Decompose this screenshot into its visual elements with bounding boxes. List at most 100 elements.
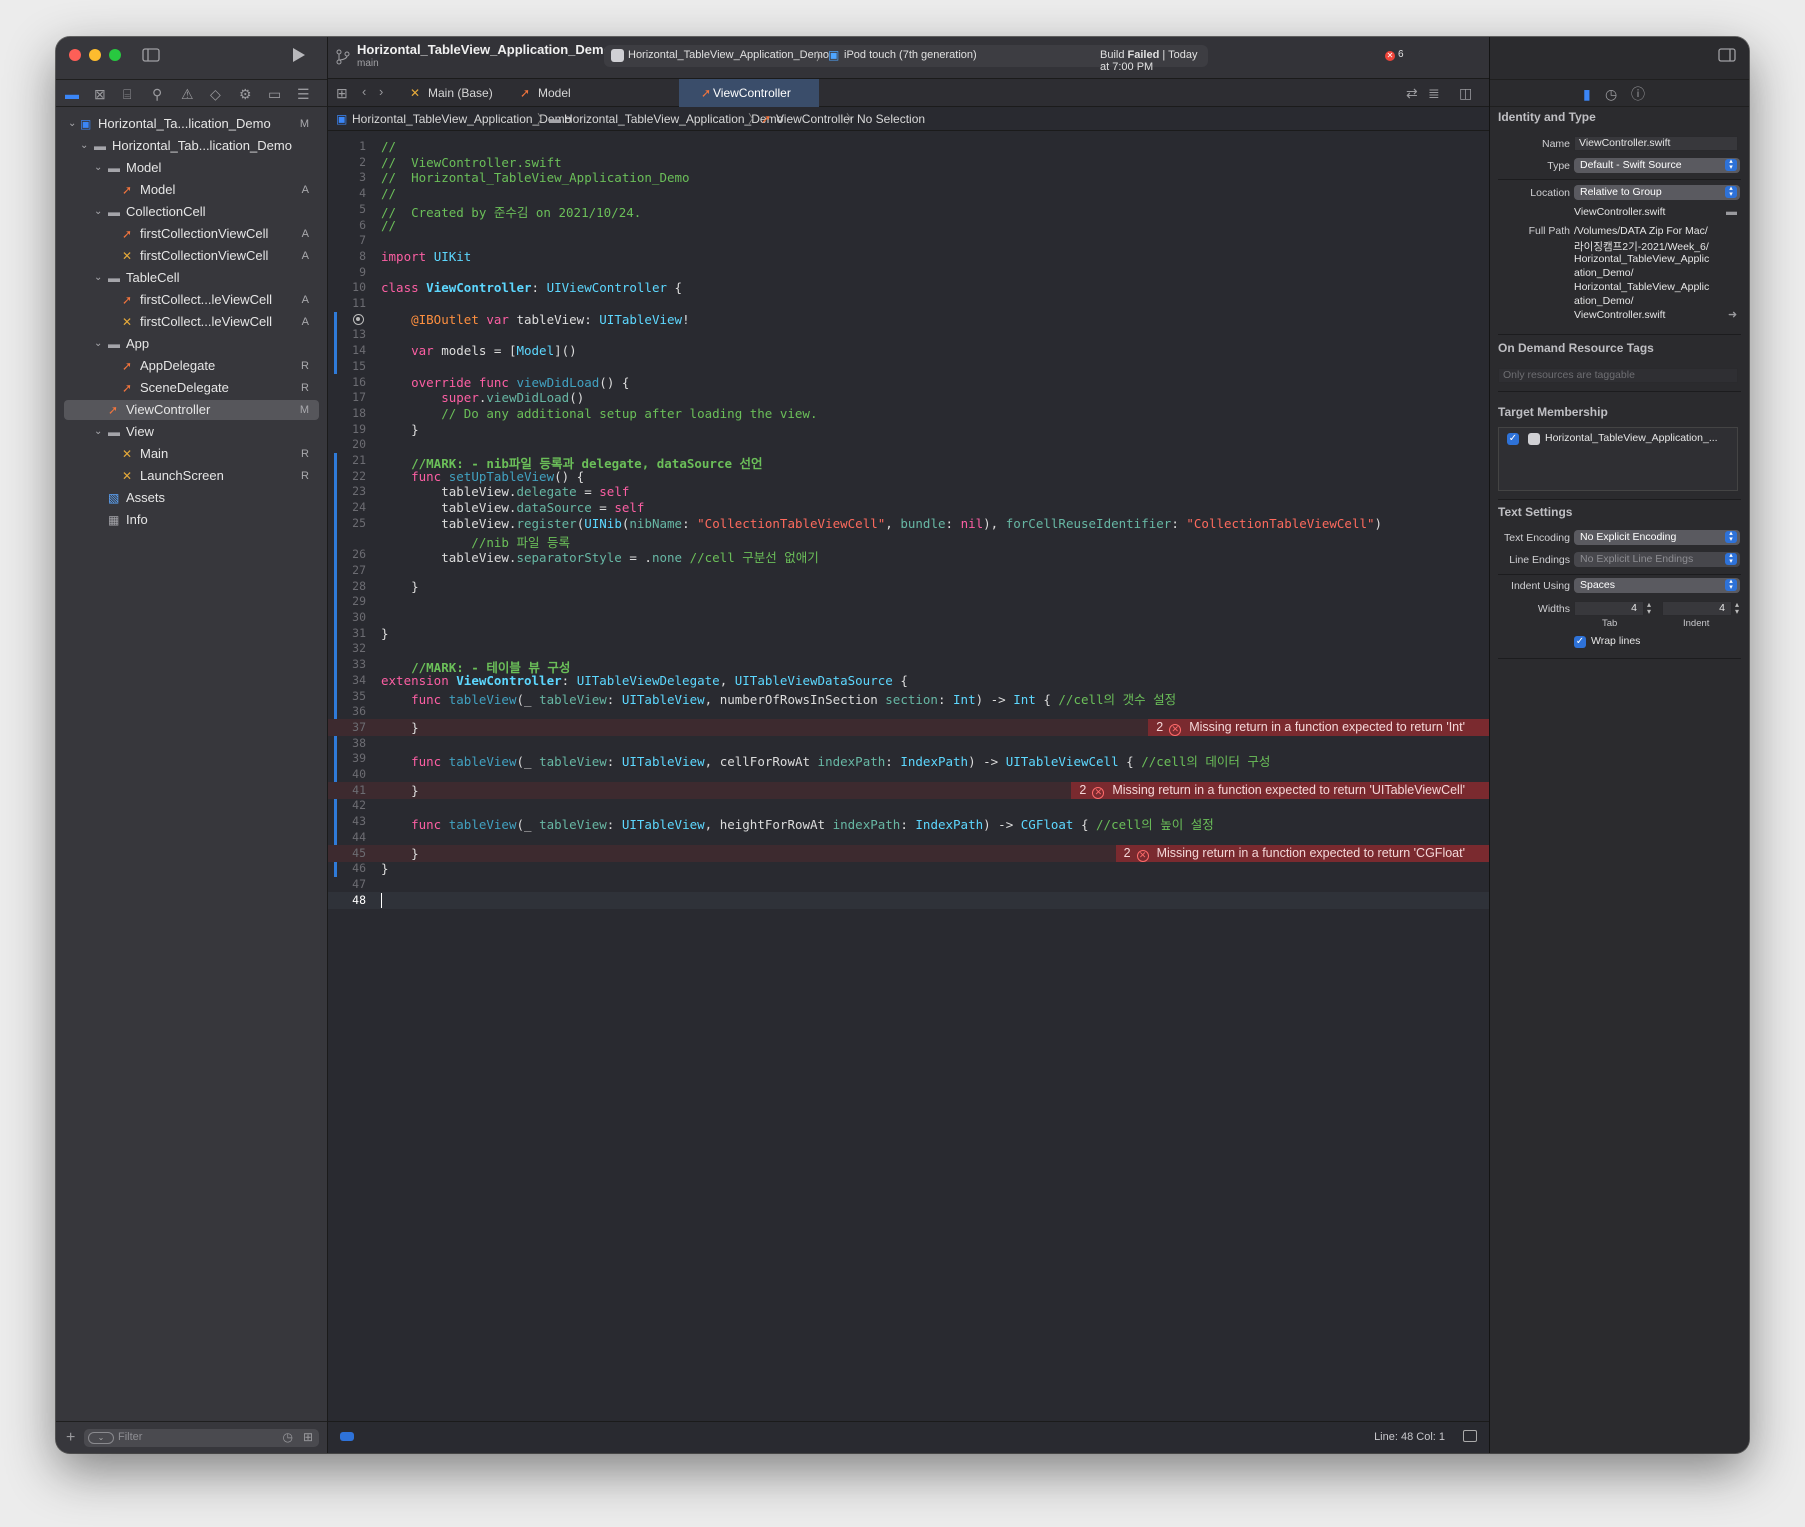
nav-item-file[interactable]: ➚ AppDelegate R bbox=[64, 356, 319, 376]
search-icon[interactable]: ⚲ bbox=[152, 86, 162, 102]
build-status[interactable]: Build Failed | Today at 7:00 PM bbox=[1100, 49, 1208, 73]
xib-file-icon: ✕ bbox=[122, 315, 133, 329]
breakpoint-icon[interactable]: ▭ bbox=[268, 86, 281, 102]
symbol-icon[interactable]: ⌸ bbox=[123, 86, 131, 102]
error-count[interactable]: 6 bbox=[1398, 49, 1404, 60]
error-icon: ✕ bbox=[1136, 849, 1149, 862]
line-number: 28 bbox=[352, 578, 366, 593]
error-message-badge[interactable]: 2 ✕ Missing return in a function expected … bbox=[1115, 844, 1489, 862]
nav-item-file[interactable]: ✕ LaunchScreen R bbox=[64, 466, 319, 486]
forward-icon[interactable]: › bbox=[379, 84, 383, 100]
type-popup[interactable]: Default - Swift Source ▴ ▾ bbox=[1574, 158, 1740, 173]
chevron-down-icon[interactable]: ⌄ bbox=[94, 334, 102, 354]
scheme-selector[interactable]: Horizontal_TableView_Application_Demo bbox=[628, 49, 829, 61]
folder-icon[interactable]: ▬ bbox=[65, 86, 79, 102]
sidebar-toggle-icon[interactable] bbox=[142, 48, 160, 65]
scm-filter-icon[interactable]: ⊞ bbox=[303, 1430, 313, 1444]
tab-main-base[interactable]: ✕ Main (Base) bbox=[394, 79, 504, 107]
build-status-result: Failed bbox=[1127, 49, 1160, 61]
chevron-down-icon[interactable]: ⌄ bbox=[94, 158, 102, 178]
nav-item-assets[interactable]: ▧ Assets bbox=[64, 488, 319, 508]
name-field[interactable]: ViewController.swift bbox=[1574, 136, 1738, 151]
nav-item-info[interactable]: ▦ Info bbox=[64, 510, 319, 530]
chevron-down-icon[interactable]: ⌄ bbox=[68, 114, 76, 134]
split-editor-icon[interactable]: ◫ bbox=[1459, 85, 1472, 101]
line-number: 40 bbox=[352, 767, 366, 781]
inspector-toggle-icon[interactable] bbox=[1718, 48, 1736, 65]
editor-options-icon[interactable]: ≣ bbox=[1428, 85, 1440, 101]
nav-item-file-selected[interactable]: ➚ ViewController M bbox=[64, 400, 319, 420]
error-icon[interactable]: ✕ bbox=[1385, 51, 1395, 61]
back-icon[interactable]: ‹ bbox=[362, 84, 366, 100]
source-control-icon[interactable]: ⊠ bbox=[94, 86, 106, 102]
wrap-lines-checkbox[interactable]: ✓ bbox=[1574, 636, 1586, 648]
chevron-down-icon[interactable]: ⌄ bbox=[94, 268, 102, 288]
swift-file-icon: ➚ bbox=[122, 381, 133, 395]
line-endings-popup[interactable]: No Explicit Line Endings ▴ ▾ bbox=[1574, 552, 1740, 567]
nav-item-folder-model[interactable]: ⌄ ▬ Model bbox=[64, 158, 319, 178]
tab-width-field[interactable]: 4 bbox=[1574, 601, 1644, 616]
nav-item-file[interactable]: ➚ SceneDelegate R bbox=[64, 378, 319, 398]
storyboard-file-icon: ✕ bbox=[122, 469, 133, 483]
source-editor[interactable]: 1 // 2 // ViewController.swift 3 // Horizonta… bbox=[328, 131, 1489, 1421]
help-icon[interactable]: ⓘ bbox=[1631, 86, 1645, 102]
encoding-popup[interactable]: No Explicit Encoding ▴ ▾ bbox=[1574, 530, 1740, 545]
tab-model[interactable]: ➚ Model bbox=[504, 79, 594, 107]
nav-item-group[interactable]: ⌄ ▬ Horizontal_Tab...lication_Demo bbox=[64, 136, 319, 156]
folder-icon: ▬ bbox=[94, 139, 106, 153]
indent-popup[interactable]: Spaces ▴ ▾ bbox=[1574, 578, 1740, 593]
error-message-badge[interactable]: 2 ✕ Missing return in a function expected … bbox=[1148, 718, 1489, 736]
code-line: } bbox=[381, 782, 419, 798]
nav-item-folder-collectioncell[interactable]: ⌄ ▬ CollectionCell bbox=[64, 202, 319, 222]
app-icon bbox=[611, 49, 624, 62]
indent-width-stepper[interactable]: ▴ ▾ bbox=[1735, 601, 1739, 616]
file-inspector-icon[interactable]: ▮ bbox=[1583, 86, 1591, 102]
nav-item-file[interactable]: ✕ firstCollect...leViewCell A bbox=[64, 312, 319, 332]
nav-item-folder-app[interactable]: ⌄ ▬ App bbox=[64, 334, 319, 354]
minimize-window-button[interactable] bbox=[89, 49, 101, 61]
tab-width-stepper[interactable]: ▴ ▾ bbox=[1647, 601, 1651, 616]
error-message-badge[interactable]: 2 ✕ Missing return in a function expected … bbox=[1071, 781, 1489, 799]
nav-item-folder-view[interactable]: ⌄ ▬ View bbox=[64, 422, 319, 442]
close-window-button[interactable] bbox=[69, 49, 81, 61]
refresh-icon[interactable]: ⇄ bbox=[1406, 85, 1418, 101]
location-popup[interactable]: Relative to Group ▴ ▾ bbox=[1574, 185, 1740, 200]
target-checkbox[interactable]: ✓ bbox=[1507, 433, 1519, 445]
debug-icon[interactable]: ⚙ bbox=[239, 86, 252, 102]
nav-item-folder-tablecell[interactable]: ⌄ ▬ TableCell bbox=[64, 268, 319, 288]
filter-options-icon[interactable]: ⌄ bbox=[88, 1432, 114, 1444]
line-number: 45 bbox=[352, 845, 366, 860]
nav-item-project[interactable]: ⌄ ▣ Horizontal_Ta...lication_Demo M bbox=[64, 114, 319, 134]
issue-icon[interactable]: ⚠ bbox=[181, 86, 194, 102]
chevron-down-icon[interactable]: ⌄ bbox=[80, 136, 88, 156]
device-selector[interactable]: iPod touch (7th generation) bbox=[844, 49, 977, 61]
test-icon[interactable]: ◇ bbox=[210, 86, 221, 102]
filter-field[interactable]: ⌄ Filter ◷ ⊞ bbox=[84, 1429, 319, 1447]
run-icon[interactable] bbox=[292, 47, 306, 66]
nav-item-file[interactable]: ✕ Main R bbox=[64, 444, 319, 464]
jumpbar-item[interactable]: No Selection bbox=[857, 107, 925, 131]
folder-icon[interactable]: ▬ bbox=[1726, 204, 1737, 220]
tab-viewcontroller[interactable]: ➚ ViewController bbox=[679, 79, 819, 107]
branch-name[interactable]: main bbox=[357, 58, 379, 69]
debug-area-toggle-icon[interactable] bbox=[340, 1432, 354, 1441]
reveal-arrow-icon[interactable]: ➜ bbox=[1728, 307, 1737, 323]
zoom-window-button[interactable] bbox=[109, 49, 121, 61]
history-icon[interactable]: ◷ bbox=[1605, 86, 1617, 102]
add-icon[interactable]: + bbox=[66, 1430, 75, 1446]
chevron-down-icon[interactable]: ⌄ bbox=[94, 422, 102, 442]
indent-width-field[interactable]: 4 bbox=[1662, 601, 1732, 616]
nav-item-file[interactable]: ✕ firstCollectionViewCell A bbox=[64, 246, 319, 266]
tags-field[interactable]: Only resources are taggable bbox=[1498, 368, 1738, 383]
nav-item-file[interactable]: ➚ Model A bbox=[64, 180, 319, 200]
nav-item-file[interactable]: ➚ firstCollectionViewCell A bbox=[64, 224, 319, 244]
recent-files-icon[interactable]: ◷ bbox=[283, 1430, 293, 1444]
chevron-down-icon[interactable]: ⌄ bbox=[94, 202, 102, 222]
panel-toggle-icon[interactable] bbox=[1463, 1430, 1477, 1442]
report-icon[interactable]: ☰ bbox=[297, 86, 310, 102]
outlet-connection-icon[interactable] bbox=[353, 313, 364, 325]
nav-item-file[interactable]: ➚ firstCollect...leViewCell A bbox=[64, 290, 319, 310]
code-line: // Created by 준수김 on 2021/10/24. bbox=[381, 204, 642, 220]
grid-icon[interactable]: ⊞ bbox=[336, 85, 348, 101]
jumpbar-item[interactable]: ViewController bbox=[776, 107, 854, 131]
